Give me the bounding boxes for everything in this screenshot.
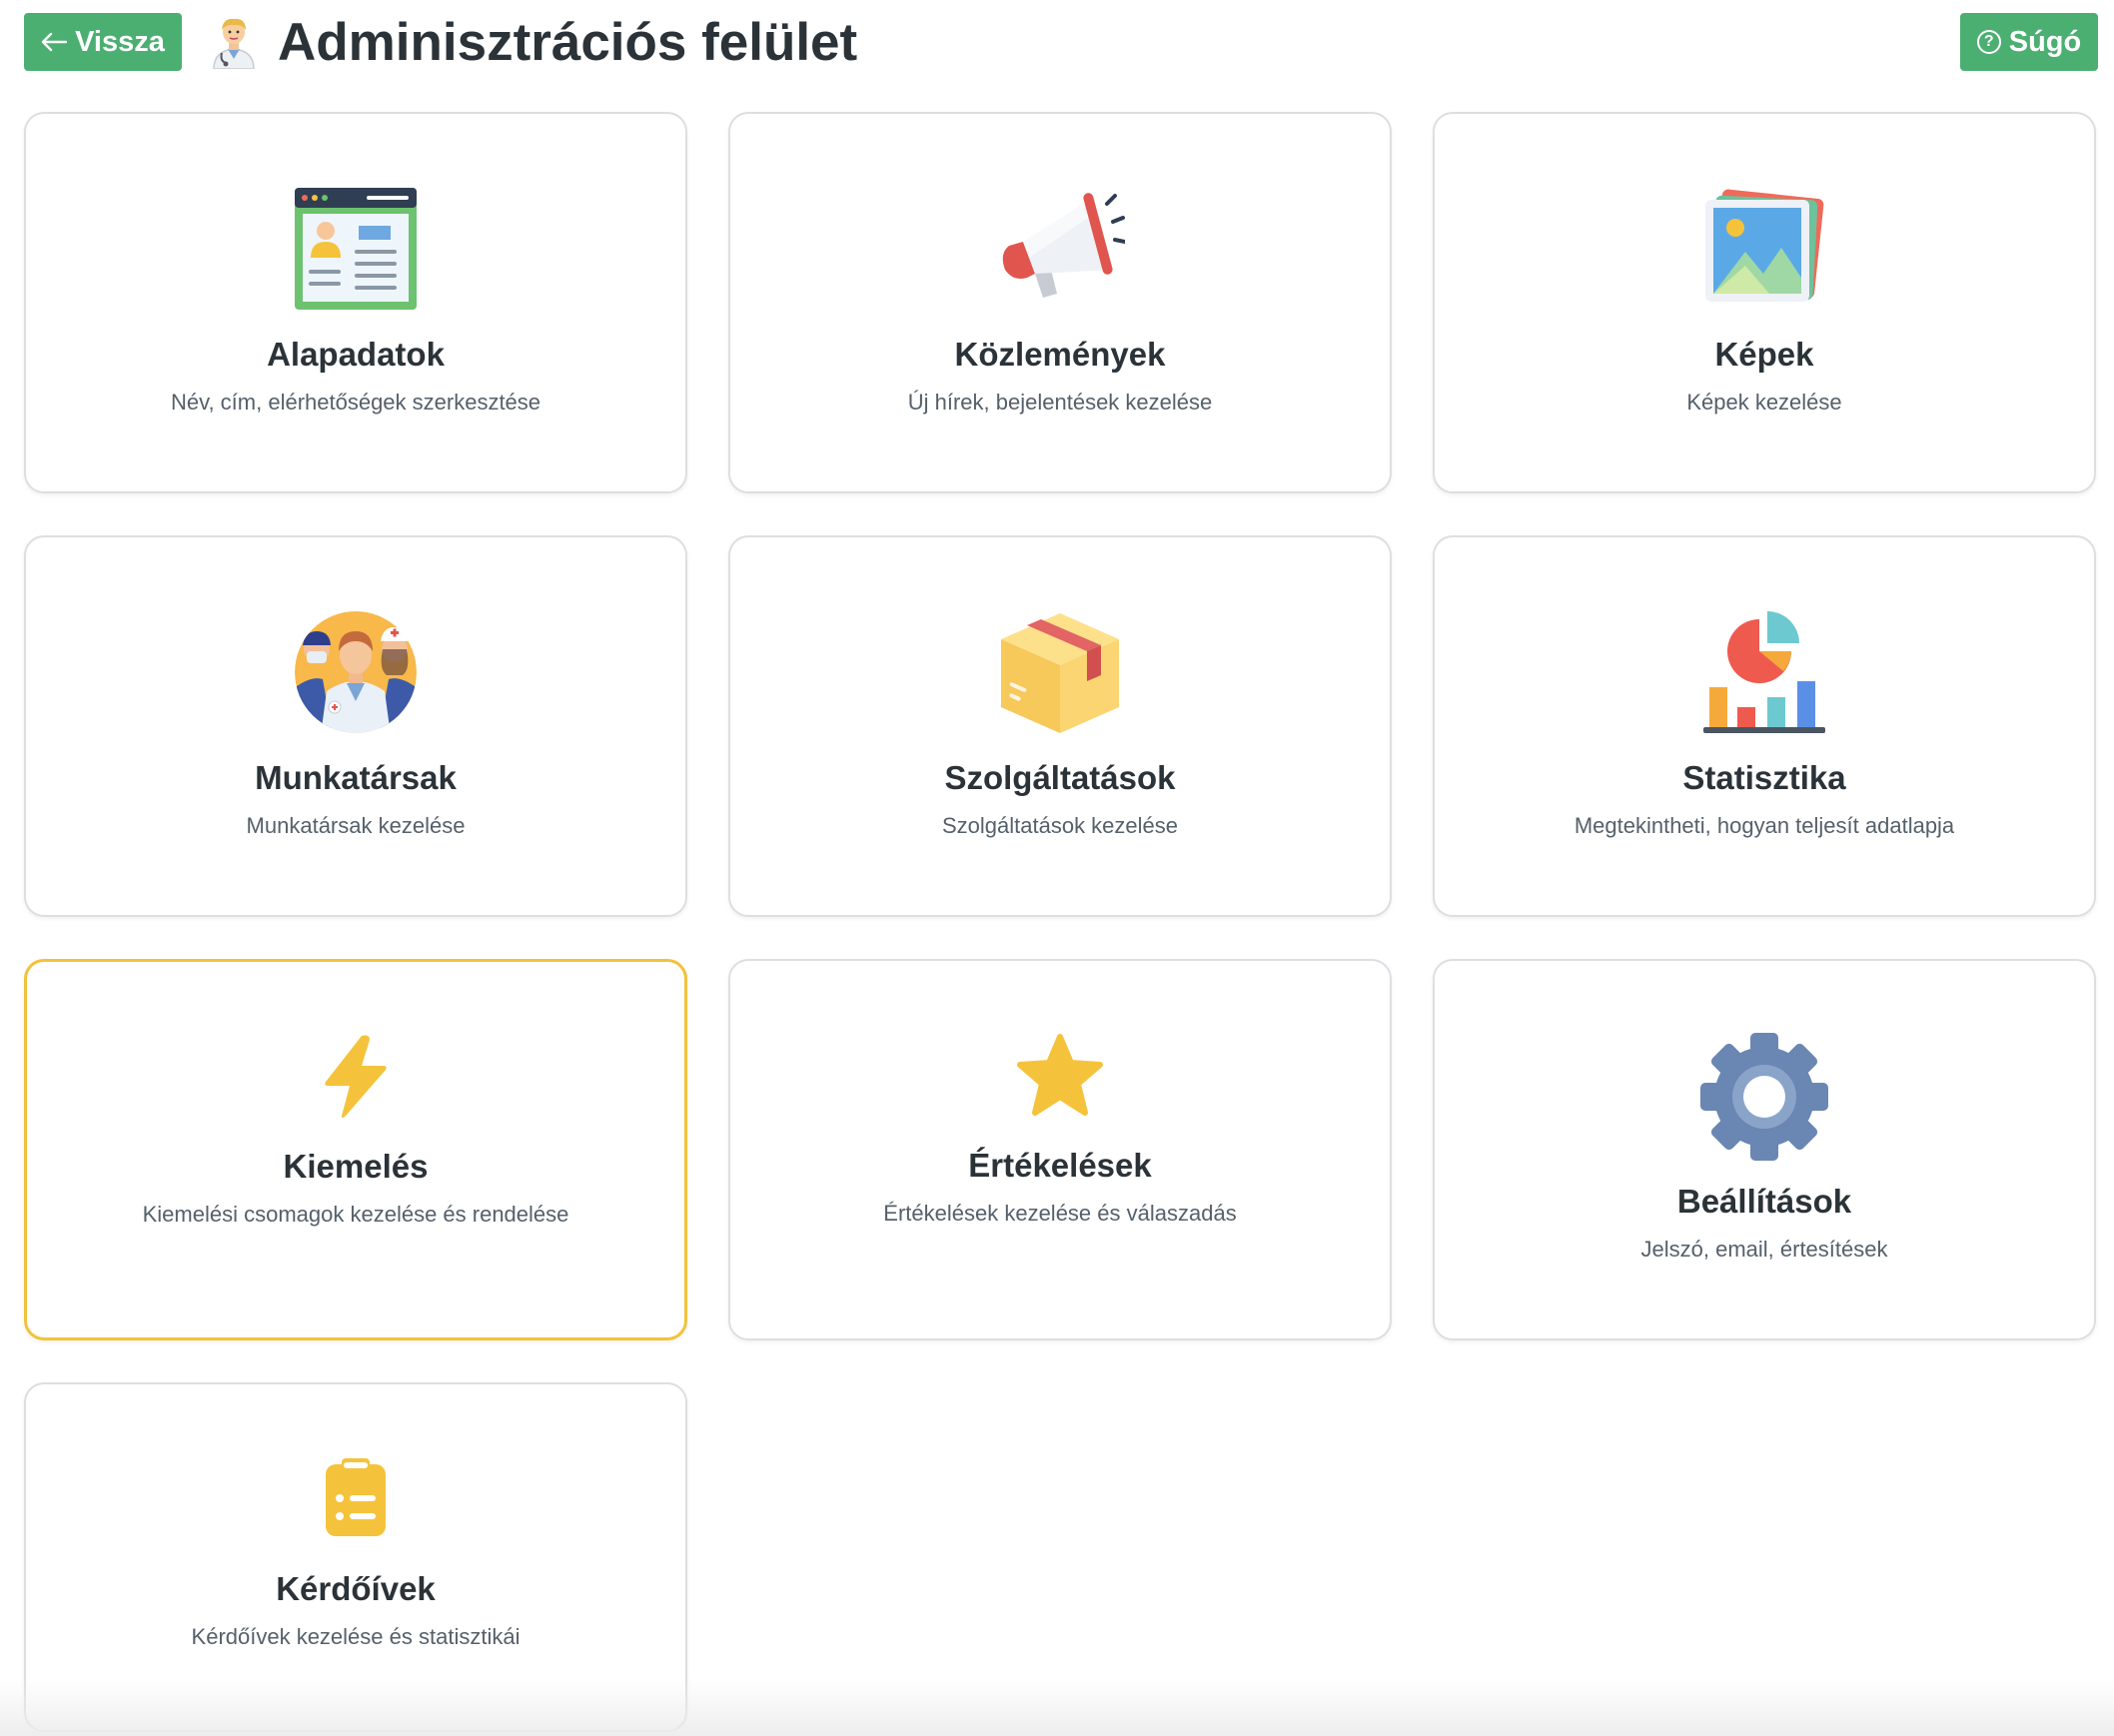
card-description: Szolgáltatások kezelése xyxy=(941,813,1179,838)
doctor-icon xyxy=(208,15,260,70)
gear-icon xyxy=(1698,1031,1830,1163)
card-alapadatok[interactable]: Alapadatok Név, cím, elérhetőségek szerk… xyxy=(24,112,687,493)
card-szolgaltatasok[interactable]: Szolgáltatások Szolgáltatások kezelése xyxy=(728,535,1392,917)
card-title: Statisztika xyxy=(1682,759,1846,796)
card-ertekelesek[interactable]: Értékelések Értékelések kezelése és vála… xyxy=(728,959,1392,1340)
medical-team-icon xyxy=(293,609,419,735)
card-statisztika[interactable]: Statisztika Megtekintheti, hogyan teljes… xyxy=(1433,535,2096,917)
megaphone-icon xyxy=(995,186,1125,312)
card-description: Jelszó, email, értesítések xyxy=(1640,1237,1888,1262)
card-title: Munkatársak xyxy=(255,759,457,796)
package-box-icon xyxy=(997,609,1123,735)
card-description: Új hírek, bejelentések kezelése xyxy=(907,390,1213,415)
help-button[interactable]: ? Súgó xyxy=(1960,13,2098,71)
page-title: Adminisztrációs felület xyxy=(208,8,857,76)
card-description: Munkatársak kezelése xyxy=(246,813,466,838)
back-button-label: Vissza xyxy=(75,25,165,58)
card-beallitasok[interactable]: Beállítások Jelszó, email, értesítések xyxy=(1433,959,2096,1340)
card-kepek[interactable]: Képek Képek kezelése xyxy=(1433,112,2096,493)
card-kiemeles[interactable]: Kiemelés Kiemelési csomagok kezelése és … xyxy=(24,959,687,1340)
card-description: Értékelések kezelése és válaszadás xyxy=(883,1201,1237,1226)
card-title: Kiemelés xyxy=(283,1148,429,1185)
card-kerdoivek[interactable]: Kérdőívek Kérdőívek kezelése és statiszt… xyxy=(24,1382,687,1732)
card-description: Név, cím, elérhetőségek szerkesztése xyxy=(170,390,541,415)
card-description: Kiemelési csomagok kezelése és rendelése xyxy=(142,1202,569,1227)
statistics-chart-icon xyxy=(1701,609,1827,735)
page-title-text: Adminisztrációs felület xyxy=(278,12,858,72)
pictures-icon xyxy=(1699,186,1829,312)
card-title: Értékelések xyxy=(968,1147,1152,1184)
card-kozlemenyek[interactable]: Közlemények Új hírek, bejelentések kezel… xyxy=(728,112,1392,493)
star-icon xyxy=(1016,1033,1104,1119)
card-description: Megtekintheti, hogyan teljesít adatlapja xyxy=(1574,813,1955,838)
profile-window-icon xyxy=(293,186,419,312)
card-title: Beállítások xyxy=(1676,1183,1852,1220)
card-description: Képek kezelése xyxy=(1686,390,1842,415)
card-title: Közlemények xyxy=(954,336,1166,373)
card-title: Alapadatok xyxy=(267,336,445,373)
question-circle-icon: ? xyxy=(1976,30,2001,54)
card-munkatarsak[interactable]: Munkatársak Munkatársak kezelése xyxy=(24,535,687,917)
back-button[interactable]: Vissza xyxy=(24,13,182,71)
top-bar: Vissza Adminisztrációs felület ? Súgó xyxy=(0,0,2114,100)
card-description: Kérdőívek kezelése és statisztikái xyxy=(191,1624,521,1649)
lightning-bolt-icon xyxy=(316,1034,396,1120)
card-title: Szolgáltatások xyxy=(944,759,1176,796)
help-button-label: Súgó xyxy=(2008,25,2082,58)
card-title: Kérdőívek xyxy=(276,1570,436,1607)
clipboard-list-icon xyxy=(324,1456,388,1538)
card-title: Képek xyxy=(1714,336,1814,373)
arrow-left-icon xyxy=(41,32,68,52)
